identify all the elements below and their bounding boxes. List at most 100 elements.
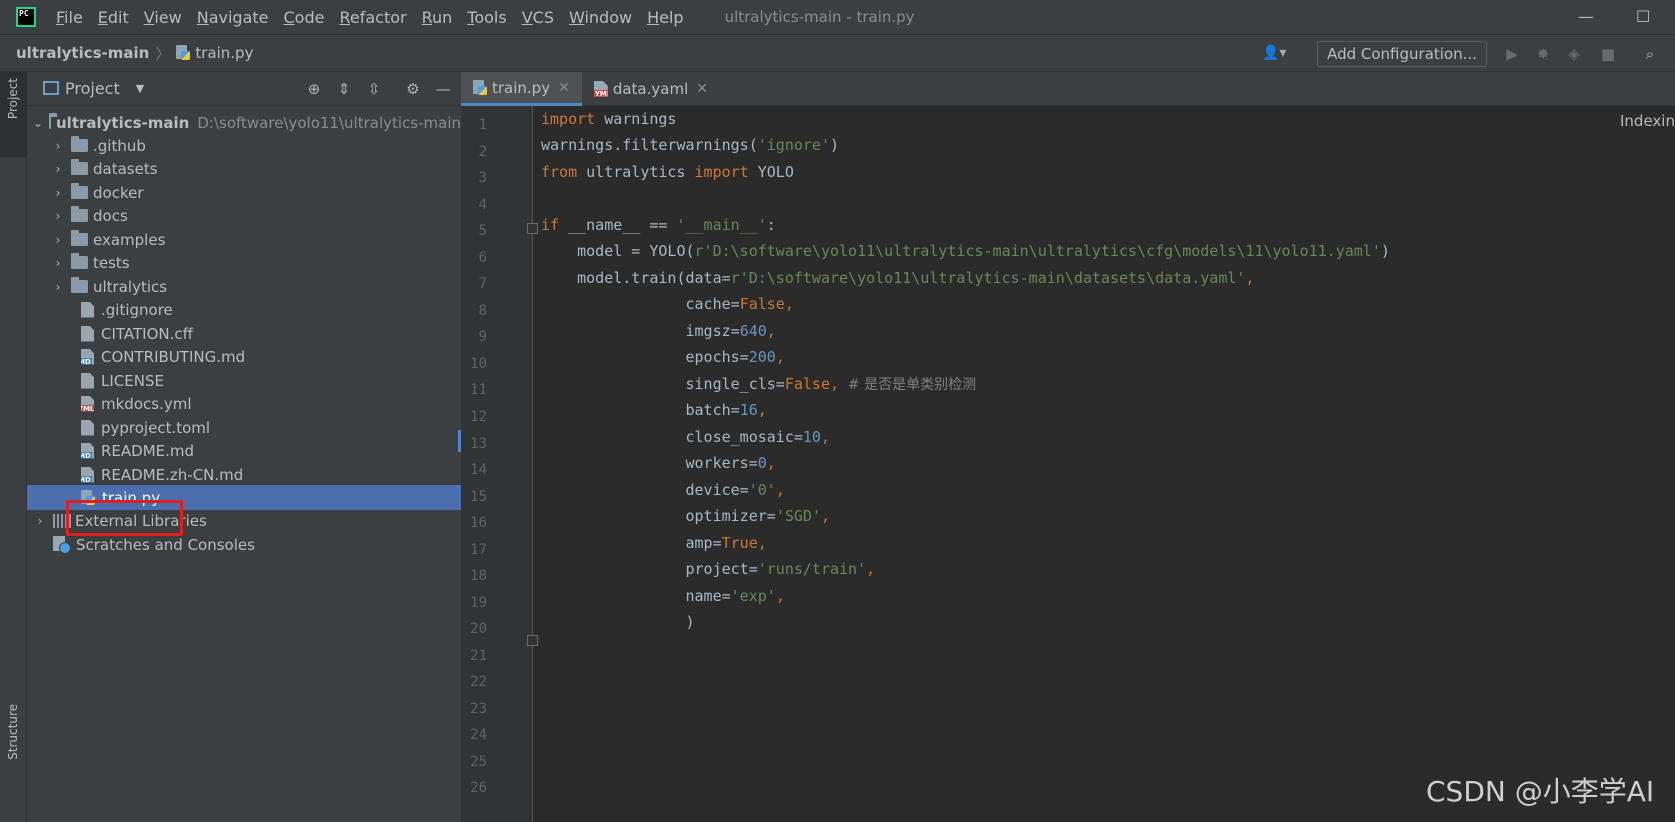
tree-item-examples[interactable]: › examples xyxy=(27,227,461,252)
maximize-icon[interactable]: ☐ xyxy=(1636,7,1650,26)
menu-tools[interactable]: Tools xyxy=(465,6,508,29)
chevron-right-icon[interactable]: › xyxy=(33,514,47,528)
close-icon[interactable]: ✕ xyxy=(558,80,570,96)
code-line: ) xyxy=(541,613,695,631)
tab-label: data.yaml xyxy=(612,80,689,98)
hide-panel-icon[interactable]: — xyxy=(433,79,453,99)
file-icon xyxy=(81,301,94,318)
yaml-file-icon: YML xyxy=(81,395,94,412)
md-badge: MD xyxy=(78,357,92,366)
code-line: warnings.filterwarnings('ignore') xyxy=(541,136,840,154)
locate-icon[interactable]: ⊕ xyxy=(304,79,324,99)
expand-all-icon[interactable]: ⇕ xyxy=(334,79,354,99)
project-tool-label: Project xyxy=(6,78,20,120)
project-tool-button[interactable]: Project xyxy=(0,72,27,157)
search-icon[interactable]: ⌕ xyxy=(1640,44,1660,64)
chevron-right-icon[interactable]: › xyxy=(51,186,65,200)
tab-data-yaml[interactable]: YML data.yaml ✕ xyxy=(582,72,720,106)
run-icon[interactable]: ▶ xyxy=(1502,44,1522,64)
breadcrumb-file[interactable]: train.py xyxy=(195,44,253,62)
tab-train-py[interactable]: train.py ✕ xyxy=(461,72,582,106)
fold-marker-icon[interactable] xyxy=(527,635,538,646)
tree-item-docker[interactable]: › docker xyxy=(27,180,461,205)
tree-item-label: CONTRIBUTING.md xyxy=(101,347,246,366)
menu-run[interactable]: Run xyxy=(420,6,455,29)
markdown-file-icon: MD xyxy=(81,466,94,483)
menu-edit[interactable]: Edit xyxy=(96,6,131,29)
menu-navigate[interactable]: Navigate xyxy=(195,6,271,29)
project-panel-header: Project ▼ ⊕ ⇕ ⇳ ⚙ — xyxy=(27,72,461,106)
stop-icon[interactable]: ■ xyxy=(1598,44,1618,64)
tree-item-contributing[interactable]: MD CONTRIBUTING.md xyxy=(27,344,461,369)
folder-icon xyxy=(71,183,88,199)
line-number: 11 xyxy=(470,382,487,398)
code-line: model.train(data=r'D:\software\yolo11\ul… xyxy=(541,269,1255,287)
line-number: 15 xyxy=(470,489,487,505)
markdown-file-icon: MD xyxy=(81,348,94,365)
code-editor[interactable]: import warnings warnings.filterwarnings(… xyxy=(541,106,1675,822)
line-number: 13 xyxy=(470,436,487,452)
menu-refactor[interactable]: Refactor xyxy=(337,6,408,29)
project-panel-title[interactable]: Project xyxy=(65,79,120,98)
folder-icon xyxy=(71,136,88,152)
chevron-right-icon[interactable]: › xyxy=(51,256,65,270)
add-configuration-button[interactable]: Add Configuration... xyxy=(1317,41,1487,67)
menu-help[interactable]: Help xyxy=(645,6,685,29)
chevron-right-icon[interactable]: › xyxy=(51,233,65,247)
chevron-right-icon[interactable]: › xyxy=(51,280,65,294)
menu-bar: File Edit View Navigate Code Refactor Ru… xyxy=(0,0,1675,34)
line-number-gutter: 1 2 3 4 5 6 7 8 9 10 11 12 13 14 15 16 1… xyxy=(461,106,538,822)
gear-icon[interactable]: ⚙ xyxy=(403,79,423,99)
code-line: optimizer='SGD', xyxy=(541,507,830,525)
tree-root[interactable]: ⌄ ultralytics-main D:\software\yolo11\ul… xyxy=(27,110,461,135)
menu-vcs[interactable]: VCS xyxy=(520,6,556,29)
structure-tool-label[interactable]: Structure xyxy=(6,704,20,760)
tree-item-readme[interactable]: MD README.md xyxy=(27,438,461,463)
project-view-icon xyxy=(43,81,59,95)
menu-view[interactable]: View xyxy=(142,6,184,29)
chevron-right-icon[interactable]: › xyxy=(51,209,65,223)
close-icon[interactable]: ✕ xyxy=(696,81,708,97)
fold-marker-icon[interactable] xyxy=(527,223,538,234)
breadcrumb-project[interactable]: ultralytics-main xyxy=(16,44,149,62)
debug-icon[interactable]: ✸ xyxy=(1533,44,1553,64)
tree-item-label: docker xyxy=(93,183,144,202)
chevron-down-icon[interactable]: ⌄ xyxy=(33,116,43,130)
tree-item-github[interactable]: › .github xyxy=(27,133,461,158)
tree-item-pyproject[interactable]: pyproject.toml xyxy=(27,415,461,440)
tree-item-readme-zh[interactable]: MD README.zh-CN.md xyxy=(27,462,461,487)
toml-file-icon xyxy=(81,419,94,436)
watermark-text: CSDN @小李学AI xyxy=(1426,775,1655,808)
tree-item-label: .github xyxy=(93,136,146,155)
chevron-right-icon[interactable]: › xyxy=(51,139,65,153)
code-line: single_cls=False, # 是否是单类别检测 xyxy=(541,375,977,393)
tree-item-citation[interactable]: CITATION.cff xyxy=(27,321,461,346)
tree-item-license[interactable]: LICENSE xyxy=(27,368,461,393)
menu-file[interactable]: File xyxy=(54,6,85,29)
code-line: model = YOLO(r'D:\software\yolo11\ultral… xyxy=(541,242,1390,260)
line-number: 4 xyxy=(478,197,487,213)
minimize-icon[interactable]: — xyxy=(1578,7,1594,26)
chevron-right-icon[interactable]: › xyxy=(51,162,65,176)
scratches-icon xyxy=(53,536,71,554)
tree-item-mkdocs[interactable]: YML mkdocs.yml xyxy=(27,391,461,416)
line-number: 1 xyxy=(478,117,487,133)
tree-item-label: mkdocs.yml xyxy=(101,394,192,413)
root-name: ultralytics-main xyxy=(56,113,190,132)
tree-item-gitignore[interactable]: .gitignore xyxy=(27,297,461,322)
tree-item-datasets[interactable]: › datasets xyxy=(27,156,461,181)
md-badge: MD xyxy=(78,475,92,484)
tree-item-label: docs xyxy=(93,206,128,225)
tree-item-tests[interactable]: › tests xyxy=(27,250,461,275)
line-number: 24 xyxy=(470,727,487,743)
coverage-icon[interactable]: ◈ xyxy=(1564,44,1584,64)
tree-item-ultralytics[interactable]: › ultralytics xyxy=(27,274,461,299)
user-icon[interactable]: 👤▾ xyxy=(1262,45,1294,63)
menu-window[interactable]: Window xyxy=(567,6,634,29)
tree-item-label: CITATION.cff xyxy=(101,324,193,343)
collapse-all-icon[interactable]: ⇳ xyxy=(364,79,384,99)
line-number: 12 xyxy=(470,409,487,425)
menu-code[interactable]: Code xyxy=(282,6,327,29)
chevron-down-icon[interactable]: ▼ xyxy=(136,82,144,95)
tree-item-docs[interactable]: › docs xyxy=(27,203,461,228)
